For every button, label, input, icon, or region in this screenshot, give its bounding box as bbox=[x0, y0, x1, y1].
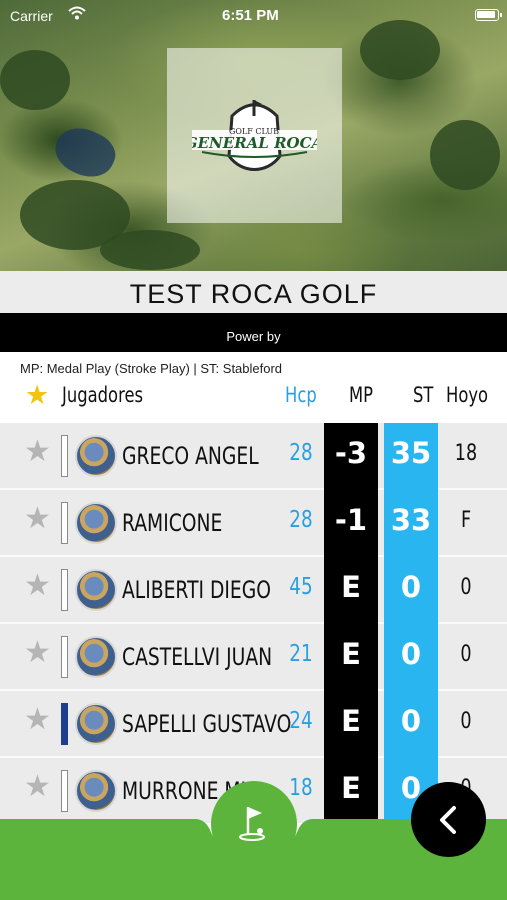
wifi-icon bbox=[68, 6, 86, 20]
player-hoyo: 0 bbox=[460, 575, 472, 600]
player-marker bbox=[61, 703, 68, 745]
powered-by-bar: Power by bbox=[0, 313, 507, 352]
player-st: 35 bbox=[384, 423, 438, 490]
player-hcp: 28 bbox=[289, 440, 313, 466]
course-hero-image: GOLF CLUB GENERAL ROCA bbox=[0, 0, 507, 271]
player-hoyo: F bbox=[460, 508, 472, 533]
back-button[interactable] bbox=[411, 782, 486, 857]
player-hcp: 24 bbox=[289, 708, 313, 734]
player-name: ALIBERTI DIEGO bbox=[122, 576, 271, 604]
table-row[interactable]: ★ SAPELLI GUSTAVO 24 E 0 0 bbox=[0, 691, 507, 758]
player-marker bbox=[61, 502, 68, 544]
clock: 6:51 PM bbox=[222, 7, 279, 24]
star-icon[interactable]: ★ bbox=[24, 638, 51, 668]
table-row[interactable]: ★ GRECO ANGEL 28 -3 35 18 bbox=[0, 423, 507, 490]
avatar bbox=[75, 502, 117, 544]
player-mp: E bbox=[324, 624, 378, 691]
golf-flag-button[interactable] bbox=[211, 781, 297, 867]
col-players: Jugadores bbox=[62, 383, 144, 407]
col-hcp: Hcp bbox=[285, 383, 317, 407]
tournament-title-bar: TEST ROCA GOLF bbox=[0, 271, 507, 313]
player-mp: E bbox=[324, 691, 378, 758]
logo-line2: GENERAL ROCA bbox=[192, 134, 317, 152]
star-icon[interactable]: ★ bbox=[25, 380, 49, 411]
player-marker bbox=[61, 435, 68, 477]
player-mp: -1 bbox=[324, 490, 378, 557]
col-mp: MP bbox=[349, 383, 374, 407]
avatar bbox=[75, 435, 117, 477]
col-st: ST bbox=[413, 383, 434, 407]
tournament-title: TEST ROCA GOLF bbox=[129, 279, 378, 309]
tree bbox=[100, 230, 200, 270]
player-marker bbox=[61, 569, 68, 611]
player-hoyo: 0 bbox=[460, 642, 472, 667]
chevron-left-icon bbox=[440, 806, 456, 834]
player-mp: E bbox=[324, 557, 378, 624]
player-hcp: 28 bbox=[289, 507, 313, 533]
powered-by-label: Power by bbox=[226, 329, 281, 344]
star-icon[interactable]: ★ bbox=[24, 437, 51, 467]
tree bbox=[0, 50, 70, 110]
player-name: CASTELLVI JUAN bbox=[122, 643, 273, 671]
leaderboard-list[interactable]: ★ GRECO ANGEL 28 -3 35 18 ★ RAMICONE 28 … bbox=[0, 423, 507, 823]
avatar bbox=[75, 636, 117, 678]
status-bar: Carrier 6:51 PM bbox=[0, 0, 507, 30]
carrier-label: Carrier bbox=[10, 8, 53, 24]
player-marker bbox=[61, 636, 68, 678]
player-st: 0 bbox=[384, 624, 438, 691]
tree bbox=[430, 120, 500, 190]
avatar bbox=[75, 569, 117, 611]
star-icon[interactable]: ★ bbox=[24, 571, 51, 601]
table-row[interactable]: ★ CASTELLVI JUAN 21 E 0 0 bbox=[0, 624, 507, 691]
star-icon[interactable]: ★ bbox=[24, 705, 51, 735]
player-mp: -3 bbox=[324, 423, 378, 490]
player-hcp: 21 bbox=[289, 641, 313, 667]
club-logo: GOLF CLUB GENERAL ROCA bbox=[192, 100, 317, 171]
player-st: 0 bbox=[384, 691, 438, 758]
star-icon[interactable]: ★ bbox=[24, 504, 51, 534]
player-name: RAMICONE bbox=[122, 509, 223, 537]
scoring-legend: MP: Medal Play (Stroke Play) | ST: Stabl… bbox=[20, 361, 283, 376]
table-row[interactable]: ★ ALIBERTI DIEGO 45 E 0 0 bbox=[0, 557, 507, 624]
player-hoyo: 18 bbox=[454, 441, 478, 466]
col-hoyo: Hoyo bbox=[446, 383, 489, 407]
lake bbox=[48, 119, 122, 186]
player-name: GRECO ANGEL bbox=[122, 442, 259, 470]
player-st: 33 bbox=[384, 490, 438, 557]
player-hoyo: 0 bbox=[460, 709, 472, 734]
player-name: SAPELLI GUSTAVO bbox=[122, 710, 292, 738]
star-icon[interactable]: ★ bbox=[24, 772, 51, 802]
player-hcp: 45 bbox=[289, 574, 313, 600]
player-hcp: 18 bbox=[289, 775, 313, 801]
golf-flag-icon bbox=[239, 807, 265, 841]
battery-icon bbox=[475, 9, 502, 21]
player-st: 0 bbox=[384, 557, 438, 624]
table-header: ★ Jugadores Hcp MP ST Hoyo bbox=[0, 377, 507, 421]
avatar bbox=[75, 703, 117, 745]
table-row[interactable]: ★ RAMICONE 28 -1 33 F bbox=[0, 490, 507, 557]
